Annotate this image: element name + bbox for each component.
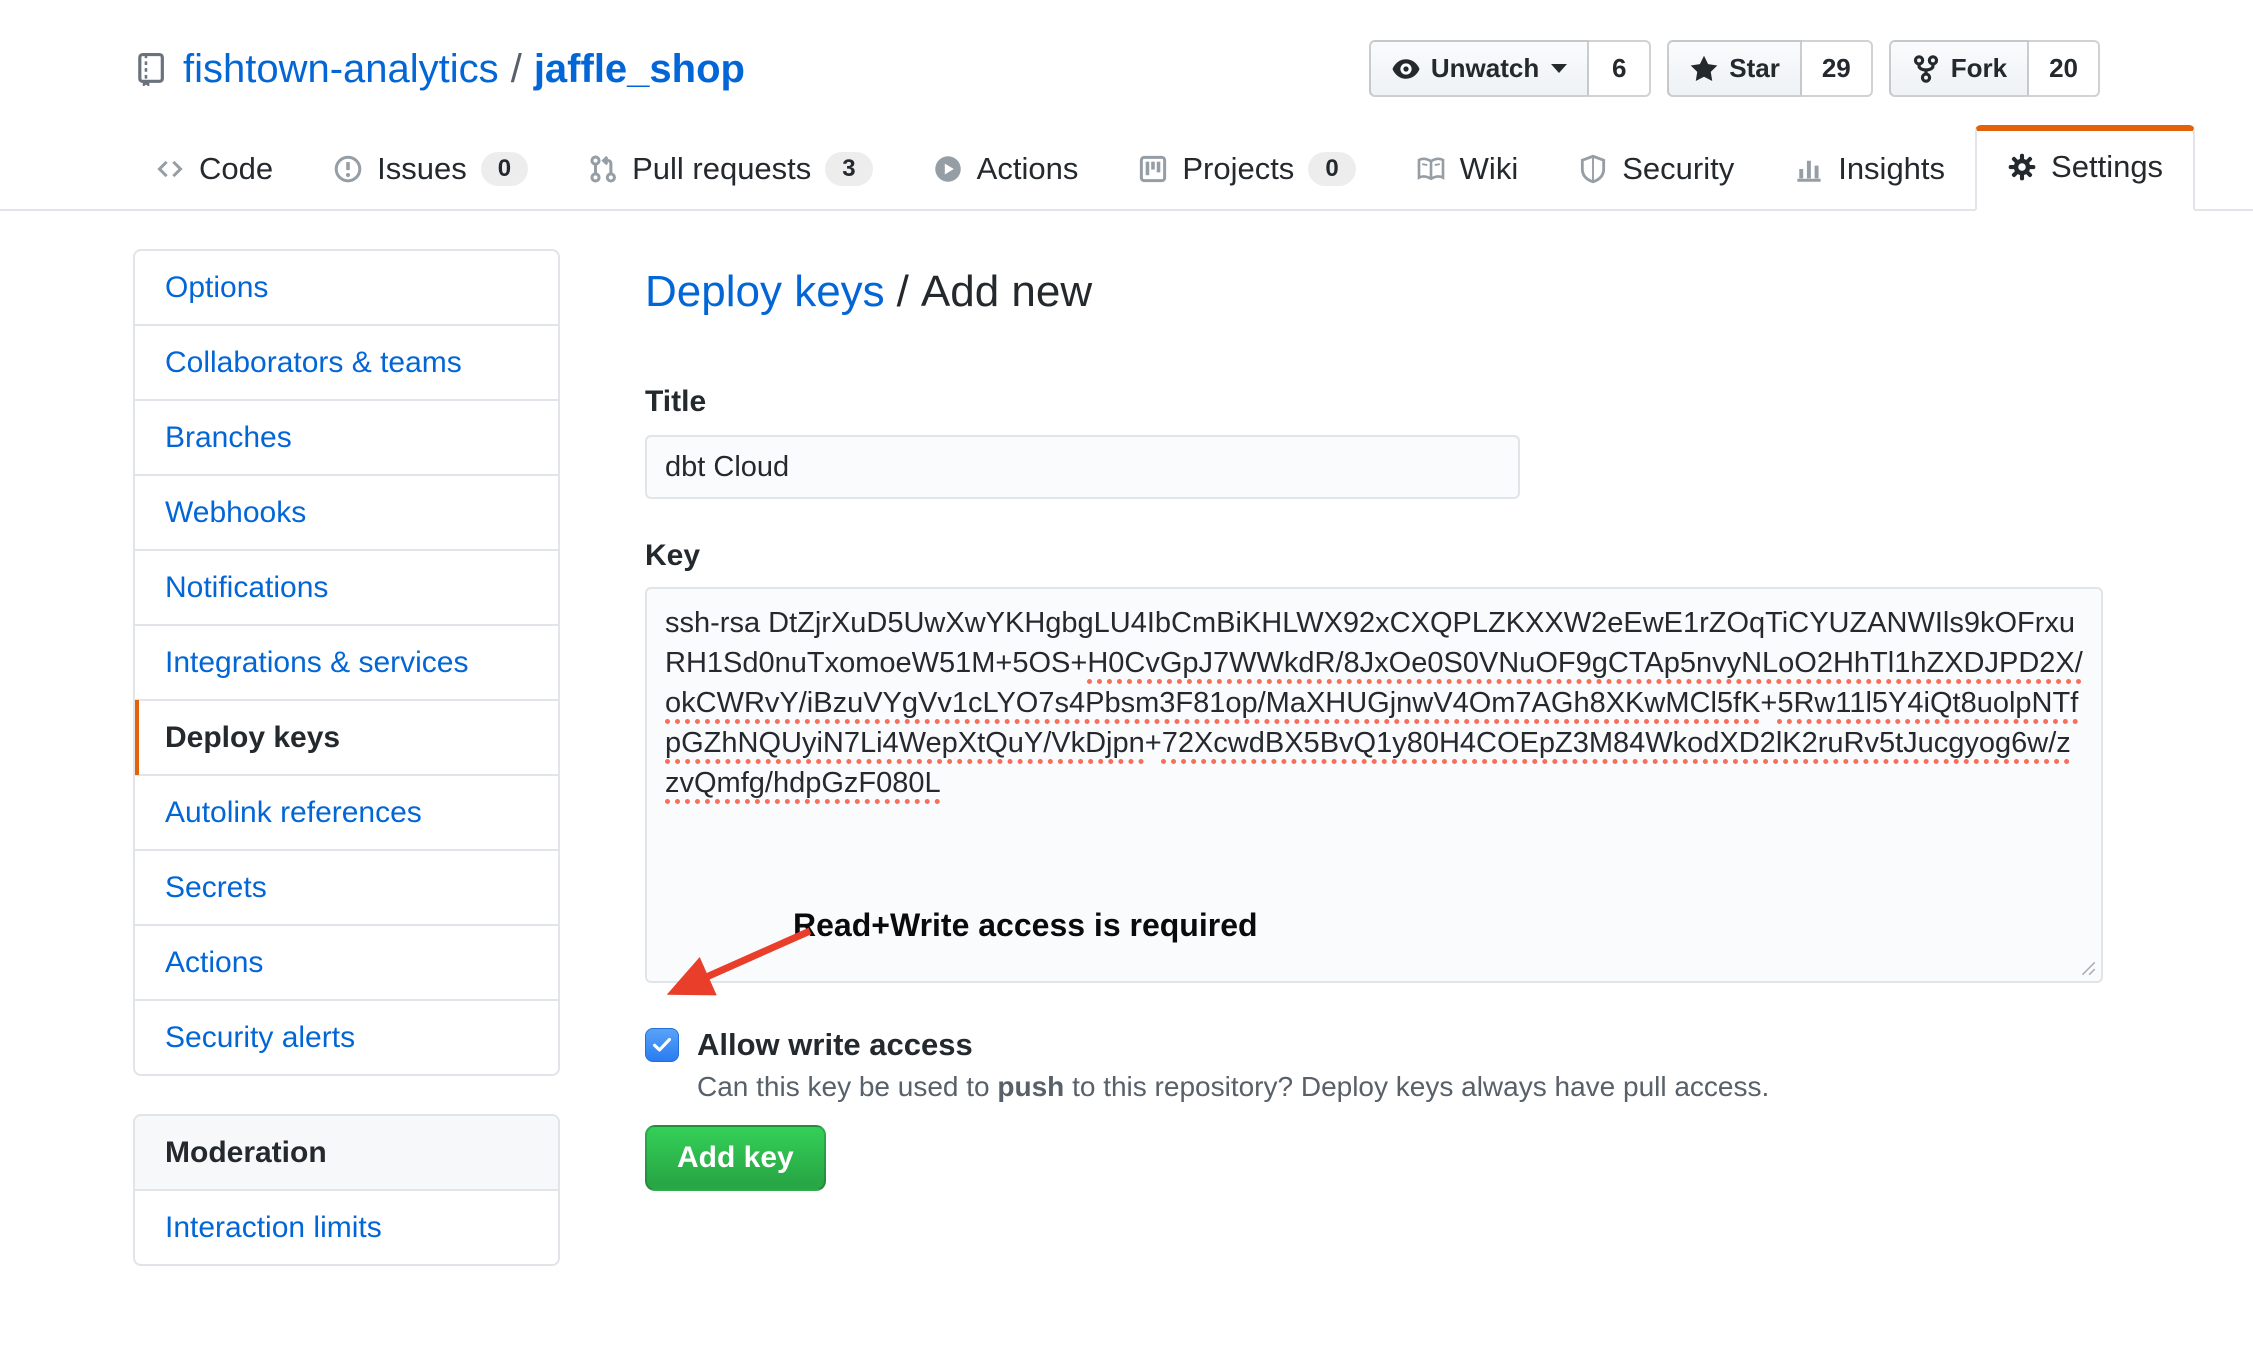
star-group: Star 29 [1667,40,1873,97]
fork-group: Fork 20 [1889,40,2100,97]
fork-label: Fork [1951,53,2007,84]
code-icon [155,154,185,184]
resize-handle[interactable] [2079,959,2097,977]
tab-label: Settings [2051,149,2163,185]
note-prefix: Can this key be used to [697,1071,997,1102]
heading-current: Add new [921,267,1092,316]
allow-write-label[interactable]: Allow write access [697,1027,973,1063]
sidebar-item-secrets[interactable]: Secrets [135,851,558,926]
repo-owner-link[interactable]: fishtown-analytics [183,45,499,93]
project-board-icon [1138,154,1168,184]
tab-wiki[interactable]: Wiki [1386,129,1549,209]
star-button[interactable]: Star [1667,40,1802,97]
key-text: ssh-rsa DtZjrXuD5UwXwYKHgbgLU4IbCmBiKHLW… [665,603,2083,803]
sidebar-item-deploy-keys[interactable]: Deploy keys [135,701,558,776]
tab-insights[interactable]: Insights [1764,129,1975,209]
sidebar-item-branches[interactable]: Branches [135,401,558,476]
graph-icon [1794,154,1824,184]
sidebar-item-options[interactable]: Options [135,251,558,326]
tab-settings[interactable]: Settings [1975,125,2195,211]
issue-icon [333,154,363,184]
sidebar-item-interaction-limits[interactable]: Interaction limits [135,1191,558,1264]
gear-icon [2007,152,2037,182]
sidebar-item-integrations-services[interactable]: Integrations & services [135,626,558,701]
tab-code[interactable]: Code [125,129,303,209]
tab-label: Actions [977,151,1079,187]
book-icon [1416,154,1446,184]
content: Options Collaborators & teams Branches W… [0,211,2253,1266]
tab-label: Issues [377,151,467,187]
note-suffix: to this repository? Deploy keys always h… [1064,1071,1769,1102]
tab-actions[interactable]: Actions [903,129,1109,209]
repo-nav: Code Issues 0 Pull requests 3 Actions [0,125,2253,211]
key-label: Key [645,539,2103,573]
sidebar-item-security-alerts[interactable]: Security alerts [135,1001,558,1074]
tab-pull-requests[interactable]: Pull requests 3 [558,129,903,209]
tab-label: Code [199,151,273,187]
watch-count[interactable]: 6 [1589,40,1651,97]
tab-projects[interactable]: Projects 0 [1108,129,1385,209]
repo-name-link[interactable]: jaffle_shop [534,45,745,93]
watch-group: Unwatch 6 [1369,40,1651,97]
allow-write-note: Can this key be used to push to this rep… [697,1071,2103,1103]
title-input[interactable] [645,435,1520,499]
main-content: Deploy keys/Add new Title Key ssh-rsa Dt… [645,249,2103,1191]
shield-icon [1578,154,1608,184]
key-segment: + [1145,727,1162,759]
moderation-menu: Moderation Interaction limits [133,1114,560,1266]
deploy-keys-breadcrumb-link[interactable]: Deploy keys [645,267,885,316]
add-key-button[interactable]: Add key [645,1125,826,1191]
fork-count[interactable]: 20 [2029,40,2100,97]
social-buttons: Unwatch 6 Star 29 Fork [1353,40,2100,97]
heading-separator: / [897,267,909,316]
star-icon [1689,54,1719,84]
key-segment: + [1760,687,1777,719]
page-header: fishtown-analytics / jaffle_shop Unwatch… [0,0,2253,97]
tab-label: Projects [1182,151,1294,187]
title-label: Title [645,385,2103,419]
settings-sidebar: Options Collaborators & teams Branches W… [133,249,560,1266]
page-title: Deploy keys/Add new [645,265,2103,319]
repo-separator: / [511,45,522,93]
moderation-header: Moderation [135,1116,558,1191]
sidebar-item-notifications[interactable]: Notifications [135,551,558,626]
fork-icon [1911,54,1941,84]
sidebar-item-collaborators-teams[interactable]: Collaborators & teams [135,326,558,401]
tab-security[interactable]: Security [1548,129,1764,209]
settings-menu: Options Collaborators & teams Branches W… [133,249,560,1076]
annotation-arrow-icon [645,925,835,1020]
repo-breadcrumb: fishtown-analytics / jaffle_shop [133,45,745,93]
allow-write-checkbox[interactable] [645,1028,679,1062]
check-icon [651,1034,673,1056]
deploy-key-form: Title Key ssh-rsa DtZjrXuD5UwXwYKHgbgLU4… [645,385,2103,1191]
tab-issues[interactable]: Issues 0 [303,129,558,209]
unwatch-button[interactable]: Unwatch [1369,40,1589,97]
annotation-text: Read+Write access is required [793,907,1258,944]
tab-label: Security [1622,151,1734,187]
projects-counter: 0 [1308,152,1355,186]
tab-label: Wiki [1460,151,1519,187]
tab-label: Insights [1838,151,1945,187]
caret-down-icon [1551,64,1567,73]
allow-write-row: Allow write access [645,1027,2103,1063]
fork-button[interactable]: Fork [1889,40,2029,97]
tab-label: Pull requests [632,151,811,187]
sidebar-item-actions[interactable]: Actions [135,926,558,1001]
note-push: push [997,1071,1064,1102]
issues-counter: 0 [481,152,528,186]
sidebar-item-autolink-references[interactable]: Autolink references [135,776,558,851]
eye-icon [1391,54,1421,84]
star-label: Star [1729,53,1780,84]
star-count[interactable]: 29 [1802,40,1873,97]
pull-request-icon [588,154,618,184]
sidebar-item-webhooks[interactable]: Webhooks [135,476,558,551]
play-circle-icon [933,154,963,184]
repo-book-icon [133,52,167,86]
unwatch-label: Unwatch [1431,53,1539,84]
pull-requests-counter: 3 [825,152,872,186]
